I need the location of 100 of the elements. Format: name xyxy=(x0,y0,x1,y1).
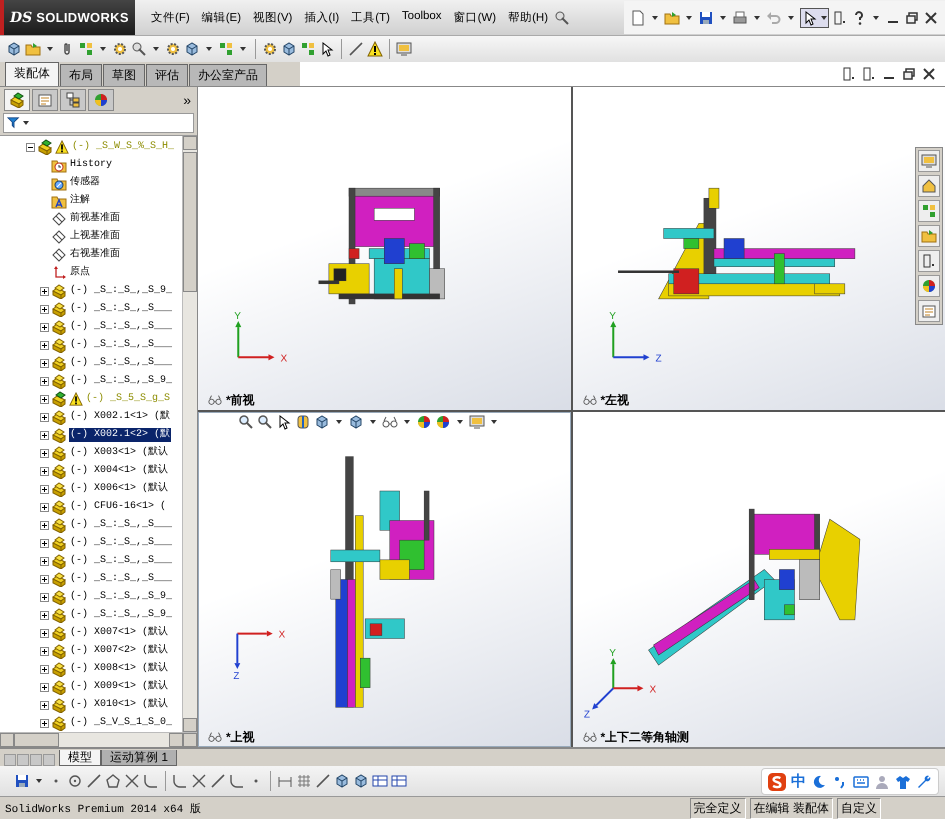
expand-toggle[interactable] xyxy=(40,394,49,404)
restore-icon[interactable] xyxy=(901,66,917,82)
caret-icon[interactable] xyxy=(36,779,42,783)
zoom-icon[interactable] xyxy=(257,414,273,430)
expand-toggle[interactable] xyxy=(26,142,35,152)
horizontal-scrollbar[interactable] xyxy=(0,732,197,747)
bottom-tab[interactable]: 模型 xyxy=(59,750,101,766)
ime-logo-icon[interactable] xyxy=(768,772,786,790)
tree-item-label[interactable]: (-) X009<1> (默认 xyxy=(69,680,170,694)
tree-item-label[interactable]: (-) _S_:_S_,_S___ xyxy=(69,356,174,370)
expand-toggle[interactable] xyxy=(40,322,49,332)
caret-icon[interactable] xyxy=(491,420,497,424)
cube-icon[interactable] xyxy=(348,414,364,430)
glasses-icon[interactable] xyxy=(582,730,596,744)
home-icon[interactable] xyxy=(918,175,940,197)
expand-toggle[interactable] xyxy=(40,502,49,512)
expand-toggle[interactable] xyxy=(40,358,49,368)
expand-toggle[interactable] xyxy=(40,718,49,728)
caret-icon[interactable] xyxy=(240,47,246,51)
fillet-tool-icon[interactable] xyxy=(143,773,159,789)
tree-item-label[interactable]: (-) X004<1> (默认 xyxy=(69,464,170,478)
expand-toggle[interactable] xyxy=(40,556,49,566)
menu-item[interactable]: 工具(T) xyxy=(345,7,396,28)
expand-toggle[interactable] xyxy=(40,520,49,530)
caret-icon[interactable] xyxy=(788,16,794,20)
panel-tab[interactable] xyxy=(32,89,58,111)
options-icon[interactable] xyxy=(918,250,940,272)
viewport[interactable]: Y X *前视 xyxy=(198,87,570,410)
gear-icon[interactable] xyxy=(262,41,278,57)
menu-item[interactable]: 帮助(H) xyxy=(502,7,554,28)
bottom-tab[interactable]: 运动算例 1 xyxy=(101,750,178,766)
caret-icon[interactable] xyxy=(100,47,106,51)
expand-toggle[interactable] xyxy=(40,466,49,476)
caret-icon[interactable] xyxy=(686,16,692,20)
panel-tab[interactable] xyxy=(88,89,114,111)
tree-item-label[interactable]: (-) _S_:_S_,_S___ xyxy=(69,572,174,586)
color-sphere-icon[interactable] xyxy=(416,414,432,430)
menu-item[interactable]: Toolbox xyxy=(396,7,448,28)
caret-icon[interactable] xyxy=(873,16,879,20)
tree-item-label[interactable]: (-) X006<1> (默认 xyxy=(69,482,170,496)
monitor-icon[interactable] xyxy=(469,414,485,430)
tree-item-label[interactable]: (-) X007<2> (默认 xyxy=(69,644,170,658)
caret-icon[interactable] xyxy=(652,16,658,20)
expand-toggle[interactable] xyxy=(40,664,49,674)
command-tab[interactable]: 办公室产品 xyxy=(189,64,267,86)
shirt-icon[interactable] xyxy=(895,774,911,790)
tree-item-label[interactable]: (-) _S_W_S_%_S_H_ xyxy=(71,140,176,154)
menu-item[interactable]: 视图(V) xyxy=(247,7,298,28)
cube-icon[interactable] xyxy=(334,773,350,789)
menu-item[interactable]: 插入(I) xyxy=(298,7,346,28)
fillet-tool-icon[interactable] xyxy=(229,773,245,789)
options-icon[interactable] xyxy=(861,66,877,82)
command-tab[interactable]: 装配体 xyxy=(5,62,59,86)
new-document-icon[interactable] xyxy=(630,10,646,26)
tree-item-label[interactable]: 前视基准面 xyxy=(69,212,121,226)
cube-icon[interactable] xyxy=(6,41,22,57)
command-tab[interactable]: 草图 xyxy=(103,64,145,86)
caret-icon[interactable] xyxy=(754,16,760,20)
tree-item-label[interactable]: (-) _S_:_S_,_S___ xyxy=(69,338,174,352)
polygon-tool-icon[interactable] xyxy=(105,773,121,789)
tree-item-label[interactable]: (-) _S_5_S_g_S xyxy=(85,392,172,406)
line-tool-icon[interactable] xyxy=(210,773,226,789)
open-folder-icon[interactable] xyxy=(25,41,41,57)
tree-item-label[interactable]: 上视基准面 xyxy=(69,230,121,244)
line-tool-icon[interactable] xyxy=(86,773,102,789)
panel-tab[interactable] xyxy=(60,89,86,111)
grid-icon[interactable] xyxy=(296,773,312,789)
trim-tool-icon[interactable] xyxy=(124,773,140,789)
expand-toggle[interactable] xyxy=(40,592,49,602)
expand-toggle[interactable] xyxy=(40,538,49,548)
expand-toggle[interactable] xyxy=(40,376,49,386)
monitor-icon[interactable] xyxy=(396,41,412,57)
blocks-icon[interactable] xyxy=(218,41,234,57)
viewport[interactable]: Y X Z *上下二等角轴测 xyxy=(572,412,945,747)
tree-item-label[interactable]: (-) _S_:_S_,_S_9_ xyxy=(69,284,174,298)
options-icon[interactable] xyxy=(832,10,848,26)
save-icon[interactable] xyxy=(698,10,714,26)
monitor-icon[interactable] xyxy=(918,150,940,172)
expand-toggle[interactable] xyxy=(40,430,49,440)
caret-icon[interactable] xyxy=(370,420,376,424)
viewport[interactable]: Y Z *左视 xyxy=(572,87,945,410)
expand-toggle[interactable] xyxy=(40,646,49,656)
save-icon[interactable] xyxy=(14,773,30,789)
tree-item-label[interactable]: 原点 xyxy=(69,266,91,280)
restore-icon[interactable] xyxy=(904,10,920,26)
cube-icon[interactable] xyxy=(281,41,297,57)
expand-toggle[interactable] xyxy=(40,286,49,296)
glasses-icon[interactable] xyxy=(582,393,596,407)
tree-item-label[interactable]: (-) _S_:_S_,_S_9_ xyxy=(69,590,174,604)
tree-item-label[interactable]: (-) X008<1> (默认 xyxy=(69,662,170,676)
expand-toggle[interactable] xyxy=(40,304,49,314)
fillet-tool-icon[interactable] xyxy=(172,773,188,789)
menu-item[interactable]: 编辑(E) xyxy=(196,7,248,28)
command-tab[interactable]: 评估 xyxy=(146,64,188,86)
section-view-icon[interactable] xyxy=(295,414,311,430)
ime-mode[interactable]: 中 xyxy=(791,772,806,791)
glasses-icon[interactable] xyxy=(382,414,398,430)
open-folder-icon[interactable] xyxy=(918,225,940,247)
expand-toggle[interactable] xyxy=(40,484,49,494)
menu-item[interactable]: 文件(F) xyxy=(145,7,196,28)
